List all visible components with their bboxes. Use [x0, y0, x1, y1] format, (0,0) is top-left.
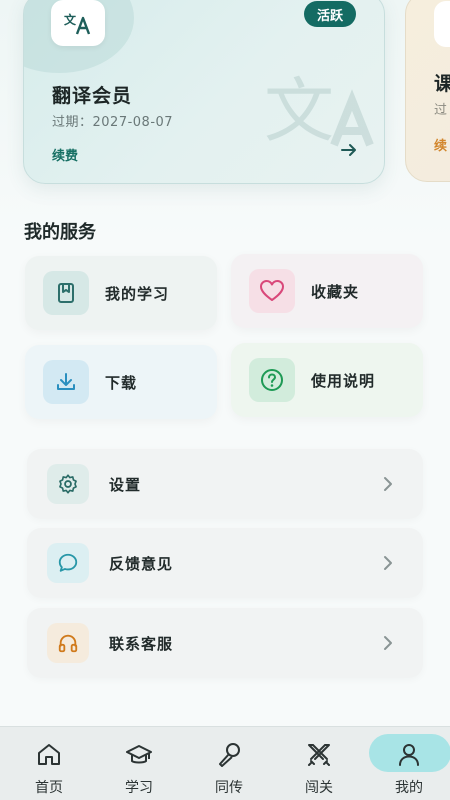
translation-membership-card[interactable]: 文 文 活跃 翻译会员 过期：2027-08-07 续费: [23, 0, 385, 184]
nav-home[interactable]: 首页: [9, 727, 89, 800]
favorites-label: 收藏夹: [311, 282, 360, 301]
membership-expiry: 过期：2027-08-07: [52, 115, 174, 130]
download-label: 下载: [105, 373, 138, 392]
arrow-right-icon[interactable]: [338, 139, 360, 161]
customer-service-row[interactable]: 联系客服: [27, 608, 423, 678]
nav-mine-label: 我的: [395, 780, 423, 796]
nav-study-label: 学习: [125, 780, 153, 796]
course-icon: [434, 1, 450, 47]
microphone-icon: [219, 743, 240, 767]
svg-text:文: 文: [264, 70, 334, 152]
nav-interpretation-label: 同传: [215, 780, 243, 796]
course-renew-link[interactable]: 续: [434, 135, 447, 154]
status-badge: 活跃: [304, 1, 356, 27]
book-icon: [43, 271, 89, 315]
home-icon: [38, 744, 60, 765]
customer-service-label: 联系客服: [109, 634, 174, 653]
nav-mine[interactable]: 我的: [369, 727, 449, 800]
profile-page: 文 文 活跃 翻译会员 过期：2027-08-07 续费 课 过 续 我的服务 …: [0, 0, 450, 800]
chevron-right-icon: [384, 477, 392, 491]
translate-icon: 文: [51, 0, 105, 46]
user-guide-label: 使用说明: [311, 371, 376, 390]
svg-text:文: 文: [64, 12, 77, 27]
download-button[interactable]: 下载: [25, 345, 217, 419]
headphones-icon: [47, 623, 89, 663]
download-icon: [43, 360, 89, 404]
feedback-row[interactable]: 反馈意见: [27, 528, 423, 598]
user-icon: [399, 744, 419, 766]
graduation-cap-icon: [126, 745, 152, 764]
course-membership-expiry: 过: [434, 103, 448, 118]
nav-challenge-label: 闯关: [305, 780, 333, 796]
crossed-swords-icon: [308, 744, 330, 766]
help-circle-icon: [249, 358, 295, 402]
chevron-right-icon: [384, 636, 392, 650]
my-study-label: 我的学习: [105, 284, 170, 303]
nav-study[interactable]: 学习: [99, 727, 179, 800]
bottom-navigation: 首页 学习 同传 闯关 我的: [0, 726, 450, 800]
nav-home-label: 首页: [35, 780, 63, 796]
nav-interpretation[interactable]: 同传: [189, 727, 269, 800]
services-title: 我的服务: [24, 222, 96, 243]
course-membership-card[interactable]: 课 过 续: [405, 0, 450, 182]
heart-icon: [249, 269, 295, 313]
favorites-button[interactable]: 收藏夹: [231, 254, 423, 328]
nav-challenge[interactable]: 闯关: [279, 727, 359, 800]
membership-title: 翻译会员: [52, 85, 133, 107]
chat-bubble-icon: [47, 543, 89, 583]
user-guide-button[interactable]: 使用说明: [231, 343, 423, 417]
settings-label: 设置: [109, 475, 142, 494]
renew-link[interactable]: 续费: [52, 145, 78, 164]
my-study-button[interactable]: 我的学习: [25, 256, 217, 330]
course-membership-title: 课: [434, 69, 450, 96]
chevron-right-icon: [384, 556, 392, 570]
settings-row[interactable]: 设置: [27, 449, 423, 519]
feedback-label: 反馈意见: [109, 554, 174, 573]
gear-icon: [47, 464, 89, 504]
